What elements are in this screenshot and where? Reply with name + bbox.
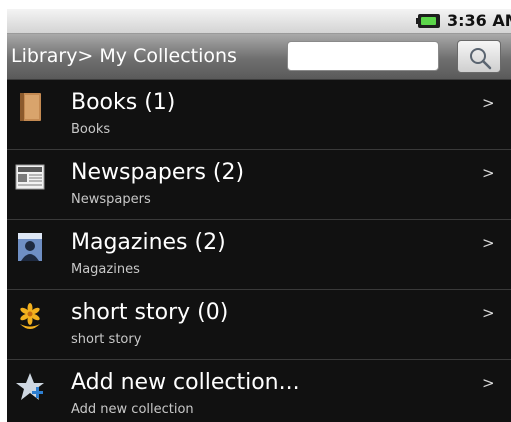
battery-icon bbox=[416, 14, 440, 28]
list-item-subtitle: short story bbox=[71, 332, 142, 347]
book-icon bbox=[20, 93, 41, 121]
list-item-books[interactable]: Books (1) Books > bbox=[7, 80, 511, 150]
list-item-subtitle: Add new collection bbox=[71, 402, 194, 417]
list-item-subtitle: Magazines bbox=[71, 262, 140, 277]
list-item-title: short story (0) bbox=[71, 300, 229, 325]
list-item-subtitle: Books bbox=[71, 122, 111, 137]
battery-level bbox=[421, 17, 436, 25]
list-item-add-collection[interactable]: Add new collection... Add new collection… bbox=[7, 360, 511, 422]
collection-list: Books (1) Books > Newspapers (2) Newspap… bbox=[7, 80, 511, 422]
list-item-subtitle: Newspapers bbox=[71, 192, 151, 207]
chevron-right-icon: > bbox=[482, 234, 495, 252]
flower-icon bbox=[20, 303, 40, 329]
newspaper-icon bbox=[15, 164, 45, 190]
search-icon bbox=[470, 48, 492, 70]
page-title: Library> My Collections bbox=[11, 45, 237, 67]
list-item-title: Newspapers (2) bbox=[71, 160, 245, 185]
chevron-right-icon: > bbox=[482, 304, 495, 322]
list-item-newspapers[interactable]: Newspapers (2) Newspapers > bbox=[7, 150, 511, 220]
screen: 3:36 AM Library> My Collections Books (1… bbox=[7, 9, 511, 422]
chevron-right-icon: > bbox=[482, 94, 495, 112]
magazine-icon bbox=[18, 233, 42, 261]
list-item-magazines[interactable]: Magazines (2) Magazines > bbox=[7, 220, 511, 290]
title-bar: Library> My Collections bbox=[7, 34, 511, 80]
list-item-title: Add new collection... bbox=[71, 370, 300, 395]
list-item-short-story[interactable]: short story (0) short story > bbox=[7, 290, 511, 360]
status-clock: 3:36 AM bbox=[447, 11, 511, 30]
chevron-right-icon: > bbox=[482, 164, 495, 182]
search-button[interactable] bbox=[457, 40, 501, 73]
search-input[interactable] bbox=[287, 41, 439, 71]
chevron-right-icon: > bbox=[482, 374, 495, 392]
status-bar: 3:36 AM bbox=[7, 9, 511, 34]
list-item-title: Magazines (2) bbox=[71, 230, 226, 255]
list-item-title: Books (1) bbox=[71, 90, 176, 115]
star-add-icon bbox=[16, 373, 44, 400]
